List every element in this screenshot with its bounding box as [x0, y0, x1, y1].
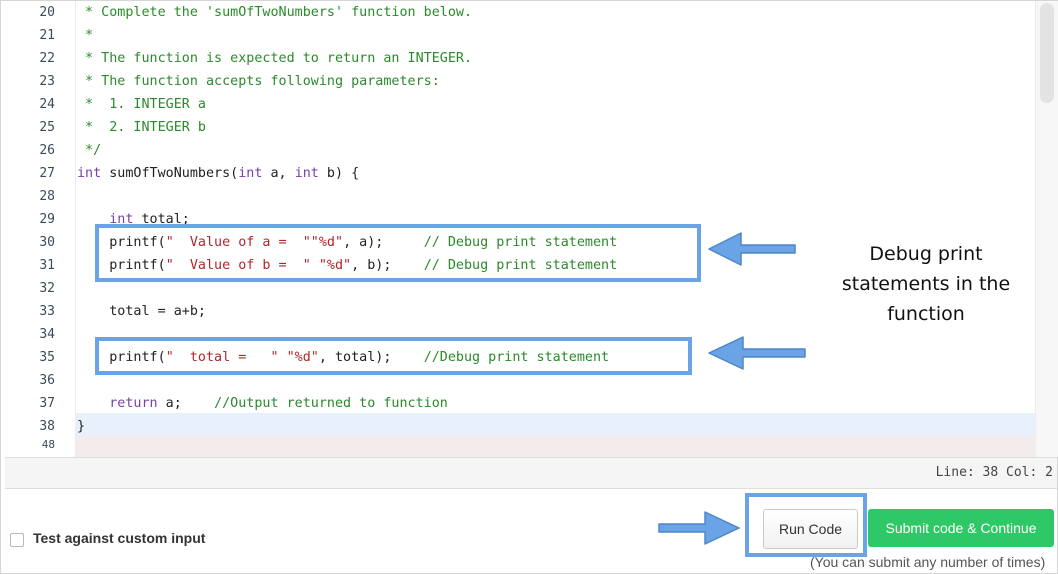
line-number: 31: [39, 258, 55, 273]
code-token: b) {: [318, 166, 360, 181]
line-number: 24: [39, 97, 55, 112]
line-number: 36: [39, 373, 55, 388]
line-number: 20: [39, 5, 55, 20]
code-token: sumOfTwoNumbers(: [101, 166, 239, 181]
code-line[interactable]: *: [77, 24, 93, 47]
code-line[interactable]: }: [77, 415, 85, 438]
code-line[interactable]: * The function is expected to return an …: [77, 47, 472, 70]
line-number: 25: [39, 120, 55, 135]
line-number: 48: [41, 438, 55, 451]
debug-print-highlight-box-1: [95, 224, 701, 282]
annotation-line: function: [887, 303, 965, 325]
line-number: 21: [39, 28, 55, 43]
code-token: * The function is expected to return an …: [77, 51, 473, 66]
code-line[interactable]: * 1. INTEGER a: [77, 93, 206, 116]
line-number-gutter: 20 21 22 23 24 25 26 27 28 29 30 31 32 33 34 35 36 37 38 48: [5, 1, 75, 457]
folded-line-region: [76, 436, 1035, 457]
code-token: * 2. INTEGER b: [77, 120, 206, 135]
line-number: 32: [39, 281, 55, 296]
code-token: int: [77, 166, 102, 181]
line-number: 37: [39, 396, 55, 411]
scrollbar-thumb[interactable]: [1040, 3, 1054, 103]
code-token: * 1. INTEGER a: [77, 97, 206, 112]
arrow-left-icon: [708, 336, 806, 370]
editor-scrollbar[interactable]: [1035, 1, 1058, 457]
line-number: 35: [39, 350, 55, 365]
line-number: 29: [39, 212, 55, 227]
code-token: //Output returned to function: [214, 396, 448, 411]
code-token: total = a+b;: [77, 304, 206, 319]
custom-input-label[interactable]: Test against custom input: [33, 530, 205, 546]
line-number: 30: [39, 235, 55, 250]
arrow-right-icon: [658, 511, 740, 545]
custom-input-checkbox[interactable]: [10, 533, 24, 547]
cursor-position: Line: 38 Col: 2: [935, 465, 1053, 480]
code-token: return: [109, 396, 158, 411]
code-token: }: [77, 419, 86, 434]
annotation-line: statements in the: [841, 273, 1011, 295]
arrow-left-icon: [708, 232, 796, 266]
line-number: 23: [39, 74, 55, 89]
line-number: 28: [39, 189, 55, 204]
line-number: 38: [39, 419, 55, 434]
code-token: *: [77, 28, 94, 43]
code-token: a;: [157, 396, 215, 411]
code-token: * Complete the 'sumOfTwoNumbers' functio…: [77, 5, 473, 20]
code-line[interactable]: */: [77, 139, 101, 162]
active-line-highlight: [76, 413, 1035, 436]
code-token: int: [294, 166, 319, 181]
code-line[interactable]: * Complete the 'sumOfTwoNumbers' functio…: [77, 1, 472, 24]
line-number: 27: [39, 166, 55, 181]
line-number: 26: [39, 143, 55, 158]
code-challenge-panel: 20 21 22 23 24 25 26 27 28 29 30 31 32 33 34 35 36 37 38 48…: [0, 0, 1058, 574]
annotation-line: Debug print: [869, 243, 983, 265]
line-number: 33: [39, 304, 55, 319]
line-number: 22: [39, 51, 55, 66]
annotation-text: Debug print statements in the function: [836, 239, 1016, 329]
code-token: int: [238, 166, 263, 181]
submit-code-button[interactable]: Submit code & Continue: [868, 509, 1054, 547]
gutter-divider: [75, 1, 76, 457]
code-token: * The function accepts following paramet…: [77, 74, 440, 89]
code-token: */: [77, 143, 102, 158]
code-line[interactable]: int sumOfTwoNumbers(int a, int b) {: [77, 162, 359, 185]
code-token: a,: [262, 166, 295, 181]
editor-status-bar: Line: 38 Col: 2: [5, 457, 1057, 489]
code-line[interactable]: return a; //Output returned to function: [77, 392, 448, 415]
code-line[interactable]: * 2. INTEGER b: [77, 116, 206, 139]
code-line[interactable]: total = a+b;: [77, 300, 206, 323]
code-line[interactable]: * The function accepts following paramet…: [77, 70, 440, 93]
submit-note: (You can submit any number of times): [810, 554, 1046, 570]
run-code-button[interactable]: Run Code: [763, 509, 858, 549]
line-number: 34: [39, 327, 55, 342]
debug-print-highlight-box-2: [95, 337, 692, 375]
